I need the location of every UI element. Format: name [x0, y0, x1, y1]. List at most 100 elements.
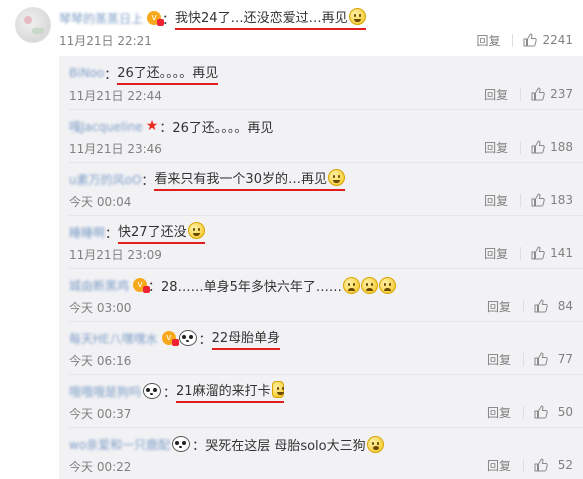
- main-comment-line: 琴琴的蒸蒸日上 v ： 我快24了…还没恋爱过…再见: [59, 7, 366, 30]
- reply-line: wo亲爱和一只鹿配 ： 哭死在这层 母胎solo大三狗: [69, 434, 384, 454]
- colon: ：: [104, 67, 118, 83]
- like-count: 52: [557, 458, 573, 472]
- thumbs-up-icon[interactable]: [534, 405, 548, 419]
- smile-emoji-icon: [348, 7, 366, 25]
- reply-time: 今天 06:16: [69, 354, 132, 368]
- crying-emoji-icon: [366, 435, 384, 453]
- reply-text: 26了还。。。。再见: [172, 120, 274, 136]
- thumbs-up-icon[interactable]: [531, 87, 545, 101]
- reply-divider: [69, 427, 583, 428]
- reply-divider: [69, 215, 583, 216]
- reply-username[interactable]: 哦哦哦是狗吗: [69, 383, 141, 400]
- colon: ：: [192, 438, 206, 454]
- reply-button[interactable]: 回复: [476, 32, 500, 49]
- main-comment-underline: 我快24了…还没恋爱过…再见: [175, 7, 366, 30]
- sad-emoji-icon: [360, 276, 378, 294]
- divider: [520, 246, 522, 260]
- divider: [523, 458, 524, 472]
- laugh-cry-emoji-icon: [187, 221, 205, 239]
- colon: ：: [148, 279, 162, 295]
- panda-emoji-icon: [172, 436, 191, 452]
- reply-button[interactable]: 回复: [484, 192, 508, 209]
- reply-username[interactable]: u素万的风oO: [69, 171, 141, 188]
- colon: ：: [105, 226, 119, 242]
- reply-actions: 回复 84: [487, 297, 573, 315]
- reply-button[interactable]: 回复: [484, 86, 508, 103]
- thumbs-up-icon[interactable]: [531, 140, 545, 154]
- reply-button[interactable]: 回复: [487, 457, 511, 474]
- reply-button[interactable]: 回复: [487, 351, 511, 368]
- reply-actions: 回复 52: [487, 456, 573, 474]
- reply-username[interactable]: 城由断黑鸡: [69, 277, 129, 294]
- reply-divider: [69, 374, 583, 375]
- reply-divider: [69, 162, 583, 163]
- vip-badge-icon: v: [133, 278, 151, 293]
- reply-line: 睡睡啊 ： 快27了还没: [69, 221, 205, 244]
- like-count: 84: [557, 299, 573, 313]
- main-comment-text: 我快24了…还没恋爱过…再见: [175, 10, 348, 26]
- reply-text: 26了还。。。。再见: [117, 62, 219, 85]
- smile-emoji-icon: [327, 168, 345, 186]
- divider: [523, 405, 524, 419]
- thumbs-up-icon[interactable]: [534, 299, 548, 313]
- reply-time: 11月21日 22:44: [69, 89, 162, 103]
- divider: [512, 33, 514, 47]
- reply-time: 11月21日 23:46: [69, 142, 162, 156]
- reply-actions: 回复 141: [484, 244, 573, 262]
- reply-username[interactable]: BiNoo: [69, 66, 104, 80]
- reply-time: 今天 03:00: [69, 301, 132, 315]
- reply-username[interactable]: wo亲爱和一只鹿配: [69, 436, 170, 453]
- thumbs-up-icon[interactable]: [531, 246, 545, 260]
- colon: ：: [141, 173, 155, 189]
- reply-time: 今天 00:22: [69, 460, 132, 474]
- avatar[interactable]: [15, 7, 51, 43]
- reply-divider: [69, 109, 583, 110]
- reply-time: 今天 00:04: [69, 195, 132, 209]
- divider: [523, 299, 524, 313]
- reply-text: 28……单身5年多快六年了……: [161, 279, 342, 295]
- thumbs-up-icon[interactable]: [534, 458, 548, 472]
- reply-username[interactable]: 睡睡啊: [69, 224, 105, 241]
- reply-line: 每天HE八嘿嘿水 v ： 22母胎单身: [69, 327, 281, 350]
- divider: [520, 140, 522, 154]
- like-count: 188: [550, 140, 573, 154]
- reply-time: 今天 00:37: [69, 407, 132, 421]
- thumbs-up-icon[interactable]: [534, 352, 548, 366]
- reply-username[interactable]: 嘎Jacqueline: [69, 118, 143, 135]
- colon: ：: [162, 12, 176, 28]
- colon: ：: [198, 332, 212, 348]
- like-count: 2241: [542, 33, 573, 47]
- sad-emoji-icon: [378, 276, 396, 294]
- reply-button[interactable]: 回复: [487, 298, 511, 315]
- star-badge-icon: ★: [145, 118, 159, 134]
- reply-line: BiNoo ： 26了还。。。。再见: [69, 62, 219, 85]
- reply-text: 看来只有我一个30岁的…再见: [154, 171, 327, 187]
- reply-actions: 回复 183: [484, 191, 573, 209]
- like-count: 141: [550, 246, 573, 260]
- reply-text: 哭死在这层 母胎solo大三狗: [205, 438, 366, 454]
- main-comment-time: 11月21日 22:21: [59, 34, 152, 48]
- reply-username[interactable]: 每天HE八嘿嘿水: [69, 330, 158, 347]
- vip-badge-icon: v: [147, 11, 165, 26]
- reply-button[interactable]: 回复: [484, 245, 508, 262]
- sad-emoji-icon: [342, 276, 360, 294]
- main-comment-username[interactable]: 琴琴的蒸蒸日上: [59, 10, 143, 27]
- divider: [520, 87, 522, 101]
- panda-emoji-icon: [143, 383, 162, 399]
- main-comment-actions: 回复 2241: [476, 31, 573, 49]
- comment-thread: 琴琴的蒸蒸日上 v ： 我快24了…还没恋爱过…再见 11月21日 22:21 …: [0, 0, 583, 479]
- thumbs-up-icon[interactable]: [531, 193, 545, 207]
- reply-text: 22母胎单身: [211, 327, 281, 350]
- like-count: 183: [550, 193, 573, 207]
- reply-list: BiNoo ： 26了还。。。。再见 11月21日 22:44 回复 237 嘎…: [59, 56, 583, 479]
- reply-button[interactable]: 回复: [487, 404, 511, 421]
- reply-divider: [69, 268, 583, 269]
- reply-text: 快27了还没: [118, 224, 187, 240]
- reply-line: 城由断黑鸡 v ： 28……单身5年多快六年了……: [69, 275, 396, 295]
- reply-line: u素万的风oO ： 看来只有我一个30岁的…再见: [69, 168, 345, 191]
- thumbs-up-icon[interactable]: [523, 33, 538, 47]
- reply-actions: 回复 77: [487, 350, 573, 368]
- reply-button[interactable]: 回复: [484, 139, 508, 156]
- colon: ：: [163, 385, 177, 401]
- divider: [520, 193, 522, 207]
